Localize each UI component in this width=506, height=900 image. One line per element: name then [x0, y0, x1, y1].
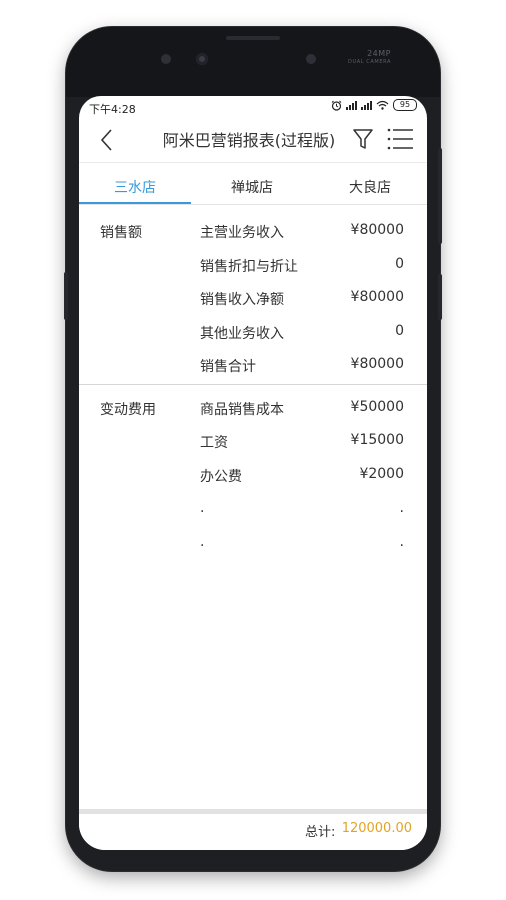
camera-label-sub: DUAL CAMERA — [348, 59, 391, 65]
row-value: ¥80000 — [350, 289, 404, 305]
alarm-icon — [331, 100, 342, 111]
table-row: 销售收入净额 ¥80000 — [200, 289, 404, 309]
table-row: 销售折扣与折让 0 — [200, 256, 404, 276]
list-menu-icon — [387, 128, 413, 150]
row-name: 商品销售成本 — [200, 402, 284, 418]
row-name: 销售折扣与折让 — [200, 259, 298, 275]
section-label-variable-costs: 变动费用 — [100, 402, 156, 418]
row-value: ¥80000 — [350, 356, 404, 372]
table-row: 销售合计 ¥80000 — [200, 356, 404, 376]
row-name: 主营业务收入 — [200, 225, 284, 241]
row-name: 其他业务收入 — [200, 326, 284, 342]
battery-icon: 95 — [393, 99, 417, 111]
table-row: 其他业务收入 0 — [200, 323, 404, 343]
tab-sanshui[interactable]: 三水店 — [79, 174, 191, 204]
tab-chancheng[interactable]: 禅城店 — [199, 174, 305, 202]
tab-daliang[interactable]: 大良店 — [313, 174, 427, 202]
row-name: . — [200, 534, 205, 550]
filter-icon — [353, 129, 373, 149]
section-divider — [79, 384, 427, 385]
row-value: ¥15000 — [350, 432, 404, 448]
status-time: 下午4:28 — [89, 103, 136, 116]
total-footer: 总计: 120000.00 — [79, 814, 427, 850]
total-value: 120000.00 — [341, 821, 412, 836]
camera-label-main: 24MP — [367, 49, 391, 58]
back-button[interactable] — [95, 126, 121, 154]
row-value: 0 — [395, 256, 404, 272]
menu-button[interactable] — [385, 126, 415, 152]
row-value: ¥50000 — [350, 399, 404, 415]
table-row: 办公费 ¥2000 — [200, 466, 404, 486]
status-icons: 95 — [331, 99, 417, 111]
row-value: ¥2000 — [359, 466, 404, 482]
table-row: 主营业务收入 ¥80000 — [200, 222, 404, 242]
table-row: 工资 ¥15000 — [200, 432, 404, 452]
signal-icon — [346, 100, 357, 110]
page-title: 阿米巴营销报表(过程版) — [162, 131, 336, 150]
row-name: 工资 — [200, 435, 228, 451]
earpiece — [226, 36, 280, 40]
store-tabs: 三水店 禅城店 大良店 — [79, 174, 427, 205]
signal-icon — [361, 100, 372, 110]
filter-button[interactable] — [351, 126, 375, 152]
row-name: 办公费 — [200, 469, 242, 485]
total-label: 总计: — [305, 825, 336, 840]
wifi-icon — [376, 100, 389, 110]
app-screen: 下午4:28 95 阿米巴营销报表(过程版) 三水店 禅城店 大良店 销售额 主… — [79, 96, 427, 850]
table-row: . . — [200, 534, 404, 554]
phone-top-bezel: 24MP DUAL CAMERA — [66, 27, 440, 97]
nav-bar: 阿米巴营销报表(过程版) — [79, 118, 427, 163]
row-name: 销售收入净额 — [200, 292, 284, 308]
row-value: . — [399, 534, 404, 550]
volume-button — [438, 148, 442, 244]
table-row: . . — [200, 500, 404, 520]
row-value: . — [399, 500, 404, 516]
camera-label: 24MP DUAL CAMERA — [348, 49, 391, 67]
row-name: 销售合计 — [200, 359, 256, 375]
section-label-sales: 销售额 — [100, 225, 142, 241]
sensor-icon — [306, 54, 316, 64]
sensor-icon — [161, 54, 171, 64]
row-value: ¥80000 — [350, 222, 404, 238]
camera-icon — [196, 53, 208, 65]
power-button — [438, 274, 442, 320]
status-bar: 下午4:28 95 — [79, 96, 427, 118]
chevron-left-icon — [100, 129, 112, 151]
row-name: . — [200, 500, 205, 516]
table-row: 商品销售成本 ¥50000 — [200, 399, 404, 419]
row-value: 0 — [395, 323, 404, 339]
side-key — [64, 272, 68, 320]
